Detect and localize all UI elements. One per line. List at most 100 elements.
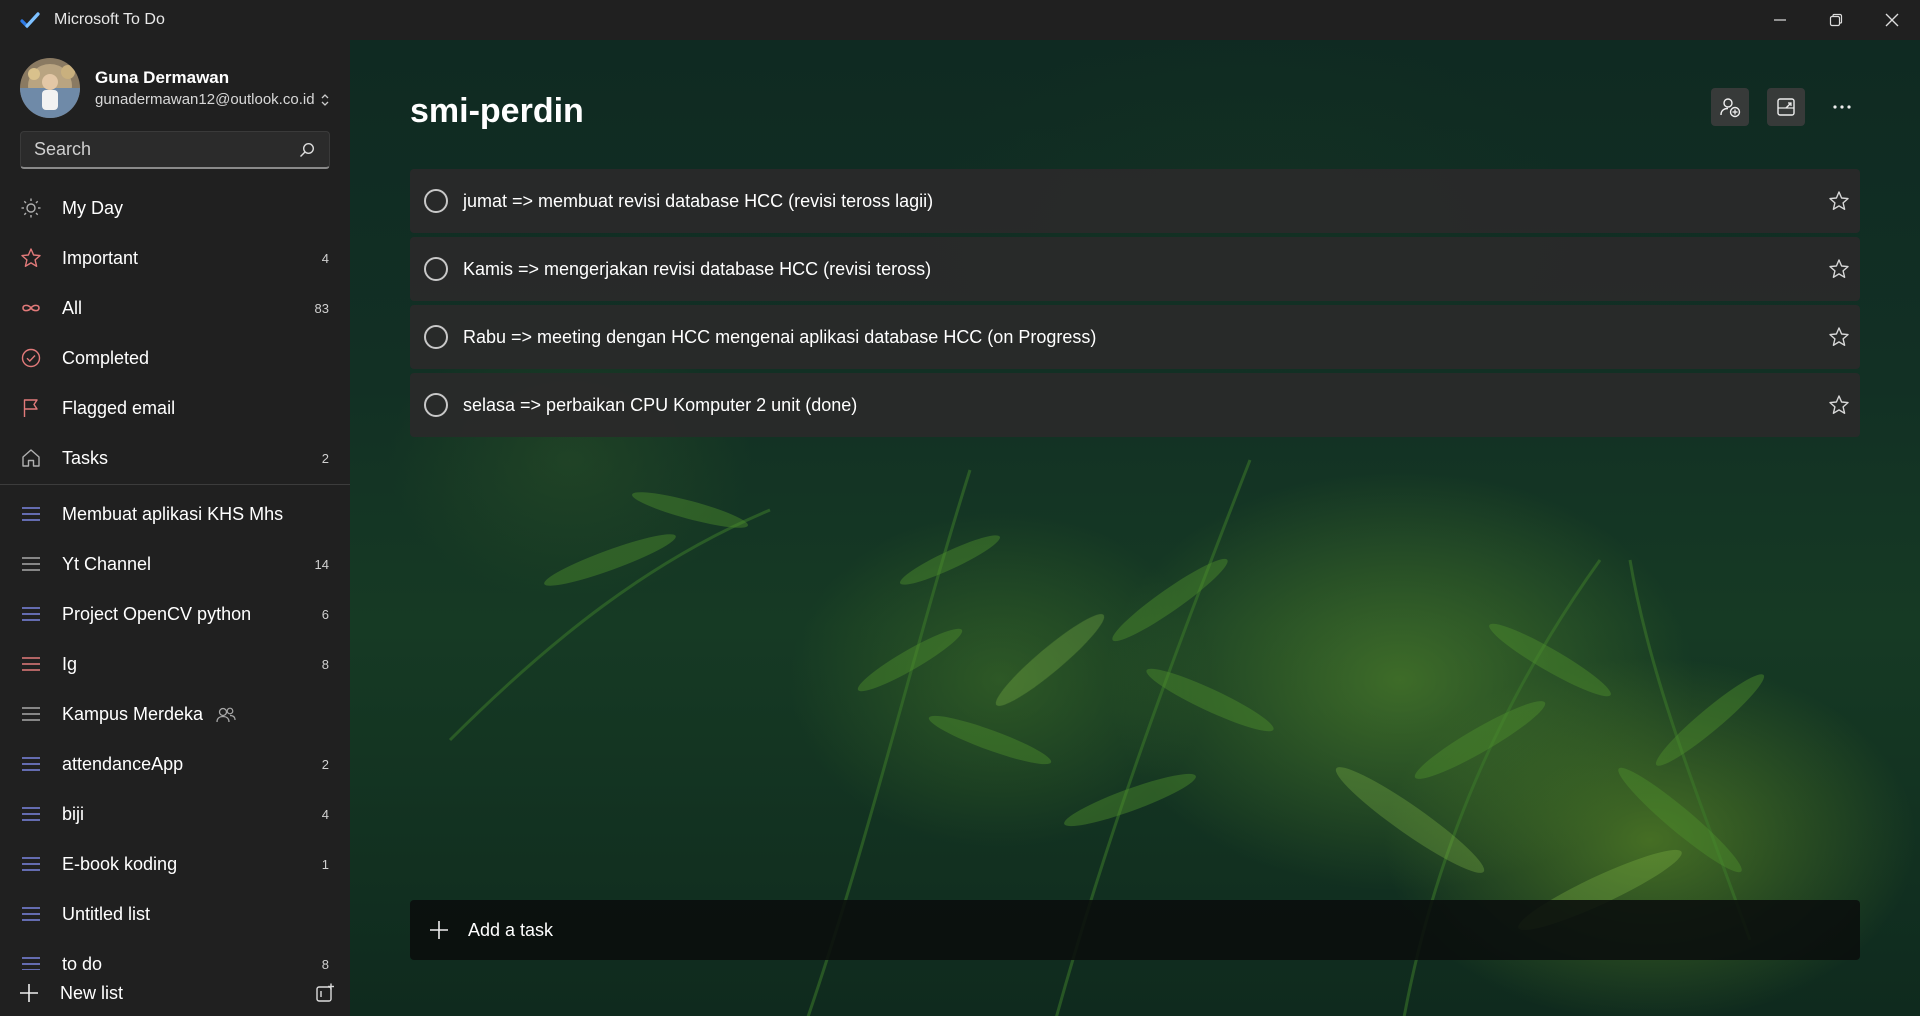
list-lines-icon — [20, 703, 42, 725]
sidebar-item-count: 8 — [321, 956, 329, 971]
sidebar-item-all[interactable]: All 83 — [0, 283, 350, 333]
sidebar-item-label: to do — [62, 953, 103, 971]
star-icon[interactable] — [1828, 258, 1850, 280]
sidebar-item-list[interactable]: biji 4 — [0, 789, 350, 839]
sidebar-item-label: All — [62, 297, 83, 318]
profile-name: Guna Dermawan — [95, 68, 230, 87]
new-list-button[interactable]: New list — [60, 983, 123, 1004]
sidebar-item-label: E-book koding — [62, 853, 178, 874]
star-icon[interactable] — [1828, 394, 1850, 416]
sidebar-item-list[interactable]: Untitled list — [0, 889, 350, 939]
new-group-icon[interactable] — [314, 982, 336, 1004]
task-title: Rabu => meeting dengan HCC mengenai apli… — [463, 326, 1097, 347]
complete-task-checkbox[interactable] — [424, 325, 448, 349]
minimize-button[interactable] — [1752, 0, 1808, 40]
search-box — [20, 131, 330, 169]
sidebar-item-count: 4 — [321, 806, 329, 822]
share-person-icon — [1720, 98, 1741, 118]
sidebar-divider — [0, 484, 350, 485]
account-switcher[interactable]: Guna Dermawan gunadermawan12@outlook.co.… — [20, 56, 340, 120]
profile-email-row: gunadermawan12@outlook.co.id — [95, 91, 331, 108]
sidebar-item-important[interactable]: Important 4 — [0, 233, 350, 283]
sidebar-item-count: 4 — [321, 250, 329, 266]
smart-lists: My Day Important 4 All 83 Completed Flag… — [0, 183, 350, 483]
sidebar-item-label: Flagged email — [62, 397, 176, 418]
sidebar-item-label-row: Kampus Merdeka — [62, 704, 236, 725]
sidebar-item-completed[interactable]: Completed — [0, 333, 350, 383]
search-icon[interactable] — [299, 142, 315, 158]
restore-button[interactable] — [1808, 0, 1864, 40]
sun-icon — [20, 197, 42, 219]
shared-people-icon — [216, 707, 236, 722]
sidebar-item-count: 14 — [314, 556, 329, 572]
sidebar-item-list[interactable]: Membuat aplikasi KHS Mhs — [0, 489, 350, 539]
sidebar-item-label: Kampus Merdeka — [62, 703, 204, 724]
infinity-icon — [20, 297, 42, 319]
sidebar-item-my-day[interactable]: My Day — [0, 183, 350, 233]
sidebar-item-flagged-email[interactable]: Flagged email — [0, 383, 350, 433]
main-panel: smi-perdin jumat => membuat revisi datab… — [350, 40, 1920, 1016]
close-icon — [1885, 13, 1899, 27]
change-theme-button[interactable] — [1767, 88, 1805, 126]
sidebar: Guna Dermawan gunadermawan12@outlook.co.… — [0, 40, 350, 1016]
share-list-button[interactable] — [1711, 88, 1749, 126]
complete-task-checkbox[interactable] — [424, 189, 448, 213]
avatar-photo — [20, 58, 80, 118]
list-lines-icon — [20, 853, 42, 875]
sidebar-item-tasks[interactable]: Tasks 2 — [0, 433, 350, 483]
task-item[interactable]: jumat => membuat revisi database HCC (re… — [410, 169, 1860, 233]
new-list-bar: New list — [0, 970, 350, 1016]
avatar — [20, 58, 80, 118]
task-title: selasa => perbaikan CPU Komputer 2 unit … — [463, 394, 858, 415]
sidebar-item-label: attendanceApp — [62, 753, 184, 774]
plus-icon — [430, 921, 448, 939]
complete-task-checkbox[interactable] — [424, 257, 448, 281]
add-task-input[interactable]: Add a task — [410, 900, 1860, 960]
sidebar-item-count: 6 — [321, 606, 329, 622]
sidebar-item-label: Yt Channel — [62, 553, 152, 574]
complete-task-checkbox[interactable] — [424, 393, 448, 417]
sidebar-item-count: 2 — [321, 756, 329, 772]
star-icon — [20, 247, 42, 269]
profile-email: gunadermawan12@outlook.co.id — [95, 91, 315, 108]
plus-icon[interactable] — [18, 982, 40, 1004]
custom-lists: Membuat aplikasi KHS Mhs Yt Channel 14 P… — [0, 489, 350, 970]
home-icon — [20, 447, 42, 469]
sidebar-item-list[interactable]: to do 8 — [0, 939, 350, 970]
sidebar-item-list[interactable]: Ig 8 — [0, 639, 350, 689]
list-lines-icon — [20, 903, 42, 925]
close-button[interactable] — [1864, 0, 1920, 40]
flag-icon — [20, 397, 42, 419]
sidebar-item-list[interactable]: E-book koding 1 — [0, 839, 350, 889]
sidebar-item-label: Ig — [62, 653, 78, 674]
task-item[interactable]: Rabu => meeting dengan HCC mengenai apli… — [410, 305, 1860, 369]
task-item[interactable]: Kamis => mengerjakan revisi database HCC… — [410, 237, 1860, 301]
sidebar-item-count: 83 — [314, 300, 329, 316]
sidebar-item-list[interactable]: attendanceApp 2 — [0, 739, 350, 789]
list-lines-icon — [20, 553, 42, 575]
sidebar-item-label: My Day — [62, 197, 124, 218]
star-icon[interactable] — [1828, 326, 1850, 348]
task-list: jumat => membuat revisi database HCC (re… — [410, 169, 1860, 441]
sidebar-item-label: biji — [62, 803, 85, 824]
list-lines-icon — [20, 653, 42, 675]
sidebar-item-count: 2 — [321, 450, 329, 466]
list-lines-icon — [20, 603, 42, 625]
search-input[interactable] — [21, 139, 299, 160]
list-lines-icon — [20, 953, 42, 970]
todo-check-logo — [20, 12, 40, 29]
sidebar-item-count: 8 — [321, 656, 329, 672]
list-lines-icon — [20, 803, 42, 825]
sidebar-item-label: Important — [62, 247, 139, 268]
sidebar-item-list[interactable]: Kampus Merdeka — [0, 689, 350, 739]
more-options-button[interactable] — [1823, 88, 1861, 126]
add-task-placeholder: Add a task — [468, 919, 554, 940]
task-item[interactable]: selasa => perbaikan CPU Komputer 2 unit … — [410, 373, 1860, 437]
list-title[interactable]: smi-perdin — [410, 92, 584, 131]
sidebar-item-label: Completed — [62, 347, 150, 368]
sidebar-item-list[interactable]: Yt Channel 14 — [0, 539, 350, 589]
window-controls — [1752, 0, 1920, 40]
sidebar-item-list[interactable]: Project OpenCV python 6 — [0, 589, 350, 639]
sidebar-item-count: 1 — [321, 856, 329, 872]
star-icon[interactable] — [1828, 190, 1850, 212]
